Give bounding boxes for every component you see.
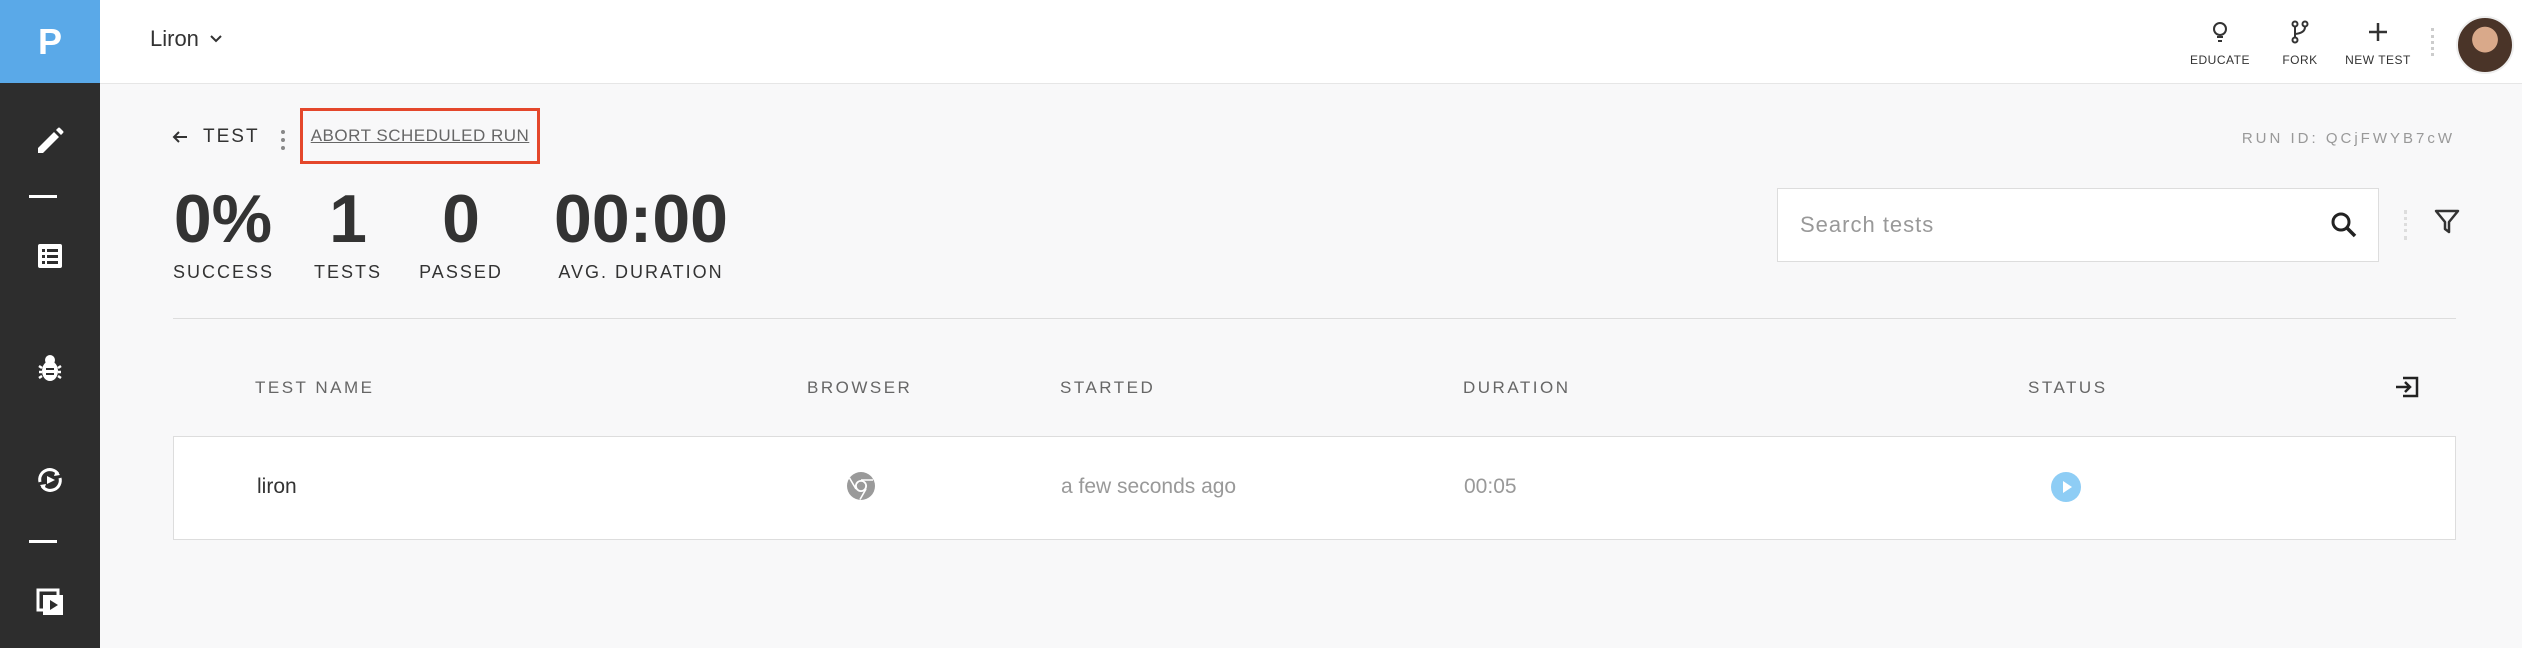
filter-icon[interactable] <box>2432 206 2462 236</box>
runs-icon[interactable] <box>28 458 72 502</box>
search-separator <box>2404 210 2410 240</box>
table-row[interactable]: liron a few seconds ago 00:05 <box>173 436 2456 540</box>
column-header-browser[interactable]: BROWSER <box>807 378 912 398</box>
column-header-status[interactable]: STATUS <box>2028 378 2108 398</box>
project-selector[interactable]: Liron <box>150 26 223 52</box>
fork-icon <box>2291 20 2309 44</box>
top-bar: Liron EDUCATE FORK NEW TEST <box>100 0 2522 84</box>
educate-button[interactable]: EDUCATE <box>2180 20 2260 67</box>
stat-success: 0% SUCCESS <box>173 181 275 282</box>
sidebar: P <box>0 0 100 648</box>
started-cell: a few seconds ago <box>1061 475 1237 498</box>
logo[interactable]: P <box>0 0 100 83</box>
plus-icon <box>2369 23 2387 41</box>
column-header-duration[interactable]: DURATION <box>1463 378 1571 398</box>
stat-passed: 0 PASSED <box>419 181 503 282</box>
test-name-cell: liron <box>257 475 297 498</box>
export-icon[interactable] <box>2393 374 2421 400</box>
stat-avg-duration: 00:00 AVG. DURATION <box>554 181 728 282</box>
sidebar-divider <box>29 195 57 198</box>
column-header-test-name[interactable]: TEST NAME <box>255 378 374 398</box>
more-options-icon[interactable] <box>280 128 286 152</box>
page-title: TEST <box>203 126 260 147</box>
abort-scheduled-run-link[interactable]: ABORT SCHEDULED RUN <box>311 126 530 146</box>
sidebar-divider <box>29 540 57 543</box>
bug-icon[interactable] <box>28 346 72 390</box>
search-box <box>1777 188 2379 262</box>
abort-highlight: ABORT SCHEDULED RUN <box>300 108 540 164</box>
play-collection-icon[interactable] <box>28 578 72 622</box>
status-running-icon <box>2051 472 2081 502</box>
fork-button[interactable]: FORK <box>2270 20 2330 67</box>
lightbulb-icon <box>2213 22 2227 42</box>
search-icon[interactable] <box>2330 211 2358 239</box>
run-id: RUN ID: QCjFWYB7cW <box>2241 130 2455 147</box>
search-input[interactable] <box>1798 211 2322 239</box>
edit-icon[interactable] <box>28 118 72 162</box>
topbar-separator <box>2431 28 2437 56</box>
divider <box>173 318 2456 319</box>
project-name: Liron <box>150 26 199 51</box>
column-header-started[interactable]: STARTED <box>1060 378 1155 398</box>
list-icon[interactable] <box>28 234 72 278</box>
stat-tests: 1 TESTS <box>313 181 382 282</box>
chrome-icon <box>847 472 875 500</box>
avatar[interactable] <box>2456 16 2514 74</box>
duration-cell: 00:05 <box>1464 475 1517 498</box>
back-nav[interactable]: TEST <box>171 126 260 148</box>
new-test-button[interactable]: NEW TEST <box>2340 20 2416 67</box>
chevron-down-icon <box>210 35 222 43</box>
arrow-left-icon[interactable] <box>171 129 189 145</box>
